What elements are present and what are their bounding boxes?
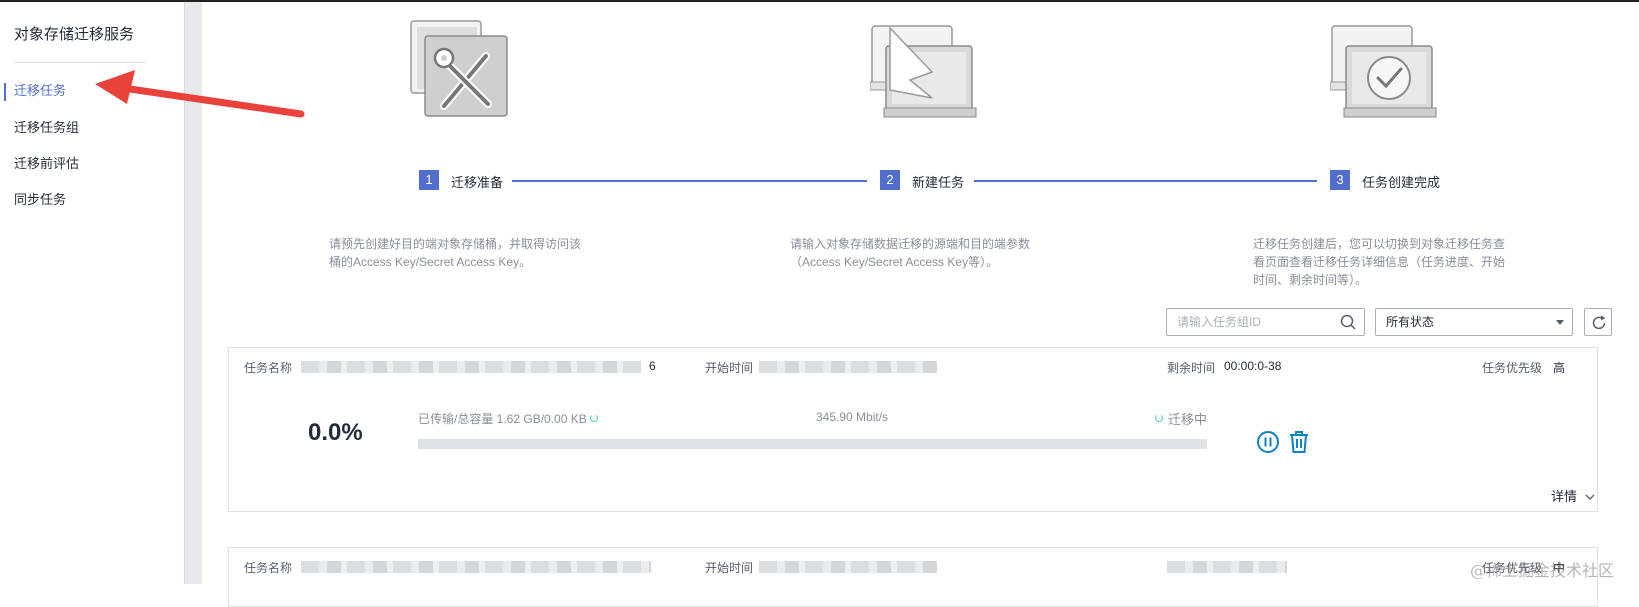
task-name-suffix: 6	[649, 359, 656, 373]
remaining-time-label: 剩余时间	[1167, 361, 1216, 375]
task-card: 任务名称 6 开始时间 剩余时间 00:00:0-38 任务优先级 高 0.0%…	[228, 347, 1598, 512]
remaining-time-value: 00:00:0-38	[1224, 359, 1282, 373]
progress-percent: 0.0%	[308, 419, 363, 446]
status-spinner-icon	[1155, 414, 1163, 422]
sidebar-item-pre-migration-assessment[interactable]: 迁移前评估	[14, 153, 79, 172]
refresh-icon	[1592, 315, 1606, 330]
search-input[interactable]	[1167, 309, 1327, 335]
status-filter-value: 所有状态	[1386, 315, 1435, 329]
step-2-description: 请输入对象存储数据迁移的源端和目的端参数 （Access Key/Secret A…	[790, 237, 1031, 269]
step-1-description: 请预先创建好目的端对象存储桶，并取得访问该 桶的Access Key/Secret…	[329, 237, 582, 269]
start-time-value-redacted	[759, 561, 937, 573]
sidebar-item-migration-task-group[interactable]: 迁移任务组	[14, 117, 79, 136]
details-toggle[interactable]: 详情	[1551, 486, 1595, 505]
red-arrow-annotation	[95, 70, 305, 118]
step-2-label: 新建任务	[912, 175, 965, 190]
sidebar-item-migration-task[interactable]: 迁移任务	[14, 80, 66, 99]
progress-bar	[418, 439, 1207, 449]
migrate-arrow-icon	[870, 25, 977, 118]
window-top-border	[0, 0, 1639, 2]
priority-value: 高	[1553, 361, 1566, 375]
chevron-down-icon	[1585, 494, 1595, 500]
refresh-button[interactable]	[1584, 308, 1612, 336]
task-name-value-redacted	[301, 561, 651, 573]
step-connector-1	[512, 180, 867, 182]
start-time-value-redacted	[759, 361, 937, 373]
start-time-label: 开始时间	[705, 561, 754, 575]
step-3-label: 任务创建完成	[1362, 175, 1441, 190]
tools-icon	[410, 20, 508, 117]
loading-spinner-icon	[590, 414, 598, 422]
step-3-description: 迁移任务创建后，您可以切换到对象迁移任务查 看页面查看迁移任务详细信息（任务进度、…	[1253, 237, 1506, 287]
trash-icon[interactable]	[1288, 430, 1310, 454]
watermark: @稀土掘金技术社区	[1470, 561, 1615, 580]
check-circle-icon	[1330, 25, 1437, 118]
chevron-down-icon	[1556, 320, 1564, 325]
task-name-label: 任务名称	[244, 561, 293, 575]
transfer-speed: 345.90 Mbit/s	[816, 410, 889, 424]
step-connector-2	[974, 180, 1317, 182]
task-name-label: 任务名称	[244, 361, 293, 375]
search-icon[interactable]	[1340, 314, 1356, 330]
transfer-capacity: 已传输/总容量 1.62 GB/0.00 KB	[418, 412, 587, 426]
sidebar-divider	[14, 62, 146, 63]
step-3-number: 3	[1330, 170, 1350, 190]
step-1-label: 迁移准备	[451, 175, 504, 190]
task-status: 迁移中	[1168, 412, 1208, 427]
pause-icon[interactable]	[1256, 430, 1280, 454]
sidebar-title: 对象存储迁移服务	[14, 26, 135, 43]
task-card: 任务名称 开始时间 任务优先级 中	[228, 547, 1598, 607]
step-2-number: 2	[880, 170, 900, 190]
priority-label: 任务优先级	[1482, 361, 1543, 375]
sidebar-item-sync-task[interactable]: 同步任务	[14, 189, 66, 208]
details-label: 详情	[1551, 489, 1578, 504]
status-filter-select[interactable]: 所有状态	[1375, 308, 1573, 336]
remaining-time-redacted	[1167, 561, 1287, 573]
start-time-label: 开始时间	[705, 361, 754, 375]
active-indicator	[4, 83, 6, 101]
task-group-search	[1166, 308, 1365, 336]
step-1-number: 1	[419, 170, 439, 190]
task-name-value-redacted	[301, 361, 641, 373]
